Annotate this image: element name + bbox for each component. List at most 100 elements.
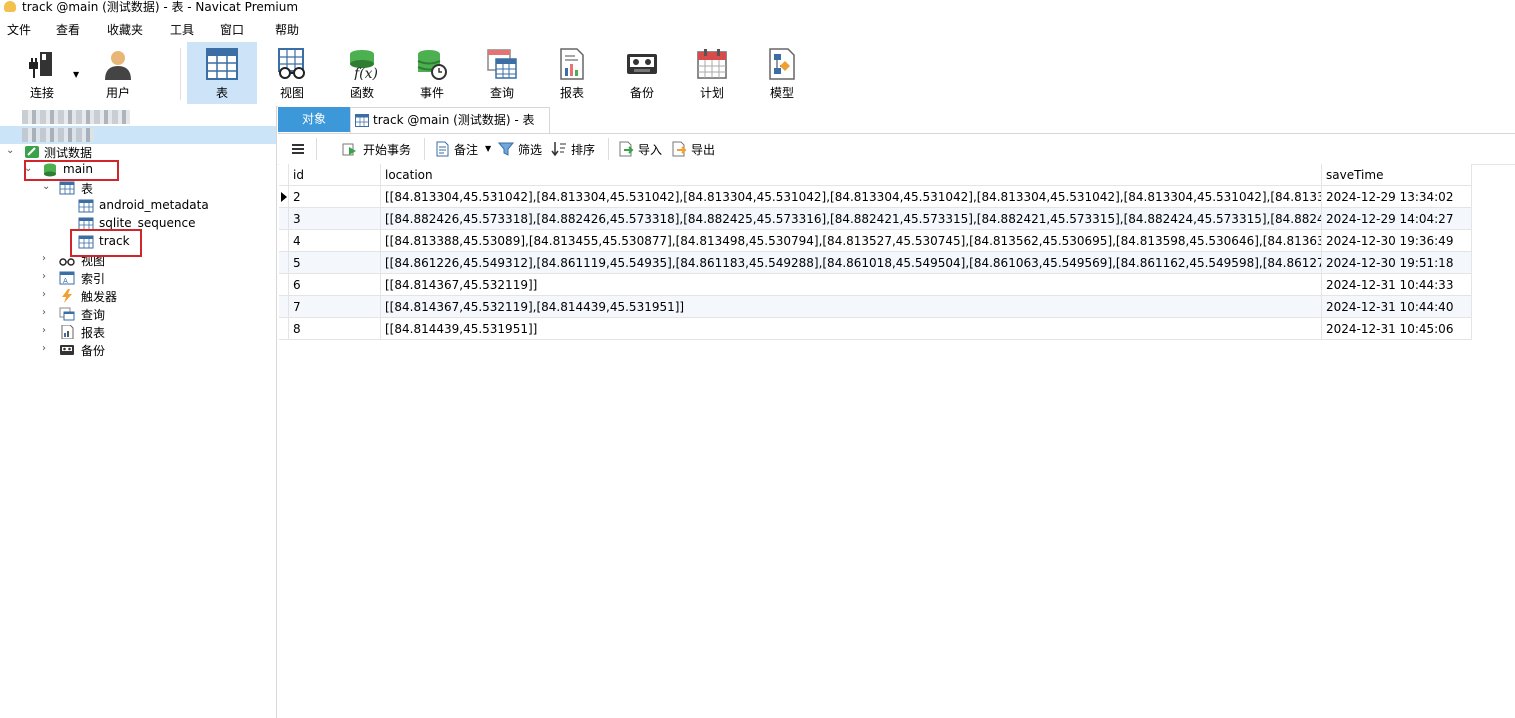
tab-objects[interactable]: 对象 <box>278 107 350 132</box>
backup-button[interactable]: 备份 <box>607 42 677 104</box>
column-header-location[interactable]: location <box>381 164 1322 186</box>
query-button[interactable]: 查询 <box>467 42 537 104</box>
row-indicator[interactable] <box>279 318 289 340</box>
tree-indexes-group[interactable]: › A 索引 <box>0 269 276 287</box>
cell-id[interactable]: 4 <box>289 230 381 252</box>
function-label: 函数 <box>349 86 374 100</box>
tables-group-label: 表 <box>81 182 94 196</box>
memo-dropdown-icon[interactable]: ▼ <box>485 144 491 153</box>
menu-bar: 文件 查看 收藏夹 工具 窗口 帮助 <box>0 16 1515 42</box>
reports-label: 报表 <box>81 326 106 340</box>
cell-id[interactable]: 8 <box>289 318 381 340</box>
model-button[interactable]: 模型 <box>747 42 817 104</box>
tree-database[interactable]: ⌄ 测试数据 <box>0 143 276 161</box>
table-row[interactable]: 5 [[84.861226,45.549312],[84.861119,45.5… <box>279 252 1472 274</box>
hamburger-menu-icon[interactable] <box>290 141 306 157</box>
tree-table-android-metadata[interactable]: android_metadata <box>0 197 276 215</box>
memo-button[interactable]: 备注 <box>454 141 478 158</box>
event-button[interactable]: 事件 <box>397 42 467 104</box>
view-button[interactable]: 视图 <box>257 42 327 104</box>
table-row[interactable]: 8 [[84.814439,45.531951]] 2024-12-31 10:… <box>279 318 1472 340</box>
chevron-down-icon[interactable]: ⌄ <box>42 181 50 192</box>
table-row[interactable]: 4 [[84.813388,45.53089],[84.813455,45.53… <box>279 230 1472 252</box>
user-button[interactable]: 用户 <box>83 42 153 104</box>
cell-id[interactable]: 6 <box>289 274 381 296</box>
user-label: 用户 <box>105 86 130 100</box>
tree-reports-group[interactable]: › 报表 <box>0 323 276 341</box>
function-button[interactable]: f(x) 函数 <box>327 42 397 104</box>
tree-connection-blurred[interactable] <box>0 108 276 126</box>
table-label: sqlite_sequence <box>99 216 196 230</box>
row-indicator[interactable] <box>279 186 289 208</box>
chevron-right-icon[interactable]: › <box>42 325 46 336</box>
chevron-right-icon[interactable]: › <box>42 289 46 300</box>
cell-savetime[interactable]: 2024-12-30 19:36:49 <box>1322 230 1472 252</box>
sort-button[interactable]: 排序 <box>571 141 595 158</box>
svg-text:f(x): f(x) <box>353 66 378 80</box>
connect-dropdown-icon[interactable]: ▼ <box>73 70 79 79</box>
row-indicator[interactable] <box>279 296 289 318</box>
cell-location[interactable]: [[84.813304,45.531042],[84.813304,45.531… <box>381 186 1322 208</box>
tree-queries-group[interactable]: › 查询 <box>0 305 276 323</box>
cell-id[interactable]: 7 <box>289 296 381 318</box>
cell-savetime[interactable]: 2024-12-29 14:04:27 <box>1322 208 1472 230</box>
report-button[interactable]: 报表 <box>537 42 607 104</box>
redacted-connection-name <box>22 110 130 124</box>
cell-id[interactable]: 2 <box>289 186 381 208</box>
import-button[interactable]: 导入 <box>638 141 662 158</box>
filter-button[interactable]: 筛选 <box>518 141 542 158</box>
chevron-down-icon[interactable]: ⌄ <box>6 145 14 156</box>
table-row[interactable]: 6 [[84.814367,45.532119]] 2024-12-31 10:… <box>279 274 1472 296</box>
row-indicator[interactable] <box>279 230 289 252</box>
tab-track-table[interactable]: track @main (测试数据) - 表 <box>350 107 550 133</box>
begin-transaction-button[interactable]: 开始事务 <box>363 141 411 158</box>
tree-connection-selected[interactable] <box>0 126 276 144</box>
menu-help[interactable]: 帮助 <box>275 21 299 38</box>
cell-location[interactable]: [[84.882426,45.573318],[84.882426,45.573… <box>381 208 1322 230</box>
chevron-right-icon[interactable]: › <box>42 271 46 282</box>
cell-location[interactable]: [[84.861226,45.549312],[84.861119,45.549… <box>381 252 1322 274</box>
row-indicator[interactable] <box>279 274 289 296</box>
table-row[interactable]: 2 [[84.813304,45.531042],[84.813304,45.5… <box>279 186 1472 208</box>
grid-header: id location saveTime <box>279 164 1472 186</box>
column-header-savetime[interactable]: saveTime <box>1322 164 1472 186</box>
cell-id[interactable]: 5 <box>289 252 381 274</box>
chevron-right-icon[interactable]: › <box>42 307 46 318</box>
cell-location[interactable]: [[84.814439,45.531951]] <box>381 318 1322 340</box>
row-indicator[interactable] <box>279 252 289 274</box>
cell-savetime[interactable]: 2024-12-29 13:34:02 <box>1322 186 1472 208</box>
chevron-right-icon[interactable]: › <box>42 253 46 264</box>
cell-savetime[interactable]: 2024-12-30 19:51:18 <box>1322 252 1472 274</box>
table-row[interactable]: 3 [[84.882426,45.573318],[84.882426,45.5… <box>279 208 1472 230</box>
menu-file[interactable]: 文件 <box>7 21 31 38</box>
menu-view[interactable]: 查看 <box>56 21 80 38</box>
menu-window[interactable]: 窗口 <box>220 21 244 38</box>
tree-backups-group[interactable]: › 备份 <box>0 341 276 359</box>
menu-tools[interactable]: 工具 <box>170 21 194 38</box>
user-icon <box>105 51 131 80</box>
function-icon: f(x) <box>350 50 378 80</box>
cell-location[interactable]: [[84.814367,45.532119]] <box>381 274 1322 296</box>
table-toolbar: 开始事务 备注 ▼ 筛选 排序 导入 导出 <box>278 134 1515 165</box>
cell-id[interactable]: 3 <box>289 208 381 230</box>
cell-savetime[interactable]: 2024-12-31 10:44:40 <box>1322 296 1472 318</box>
row-indicator[interactable] <box>279 208 289 230</box>
column-header-id[interactable]: id <box>289 164 381 186</box>
cell-location[interactable]: [[84.813388,45.53089],[84.813455,45.5308… <box>381 230 1322 252</box>
connect-label: 连接 <box>29 86 54 100</box>
export-button[interactable]: 导出 <box>691 141 715 158</box>
backup-icon <box>60 345 74 355</box>
cell-savetime[interactable]: 2024-12-31 10:45:06 <box>1322 318 1472 340</box>
cell-location[interactable]: [[84.814367,45.532119],[84.814439,45.531… <box>381 296 1322 318</box>
connect-button[interactable]: 连接 <box>7 42 77 104</box>
tree-tables-group[interactable]: ⌄ 表 <box>0 179 276 197</box>
table-button[interactable]: 表 <box>187 42 257 104</box>
cell-savetime[interactable]: 2024-12-31 10:44:33 <box>1322 274 1472 296</box>
tree-triggers-group[interactable]: › 触发器 <box>0 287 276 305</box>
schedule-button[interactable]: 计划 <box>677 42 747 104</box>
menu-favorites[interactable]: 收藏夹 <box>107 21 143 38</box>
index-icon: A <box>59 271 75 285</box>
table-row[interactable]: 7 [[84.814367,45.532119],[84.814439,45.5… <box>279 296 1472 318</box>
backup-icon <box>627 54 657 74</box>
chevron-right-icon[interactable]: › <box>42 343 46 354</box>
